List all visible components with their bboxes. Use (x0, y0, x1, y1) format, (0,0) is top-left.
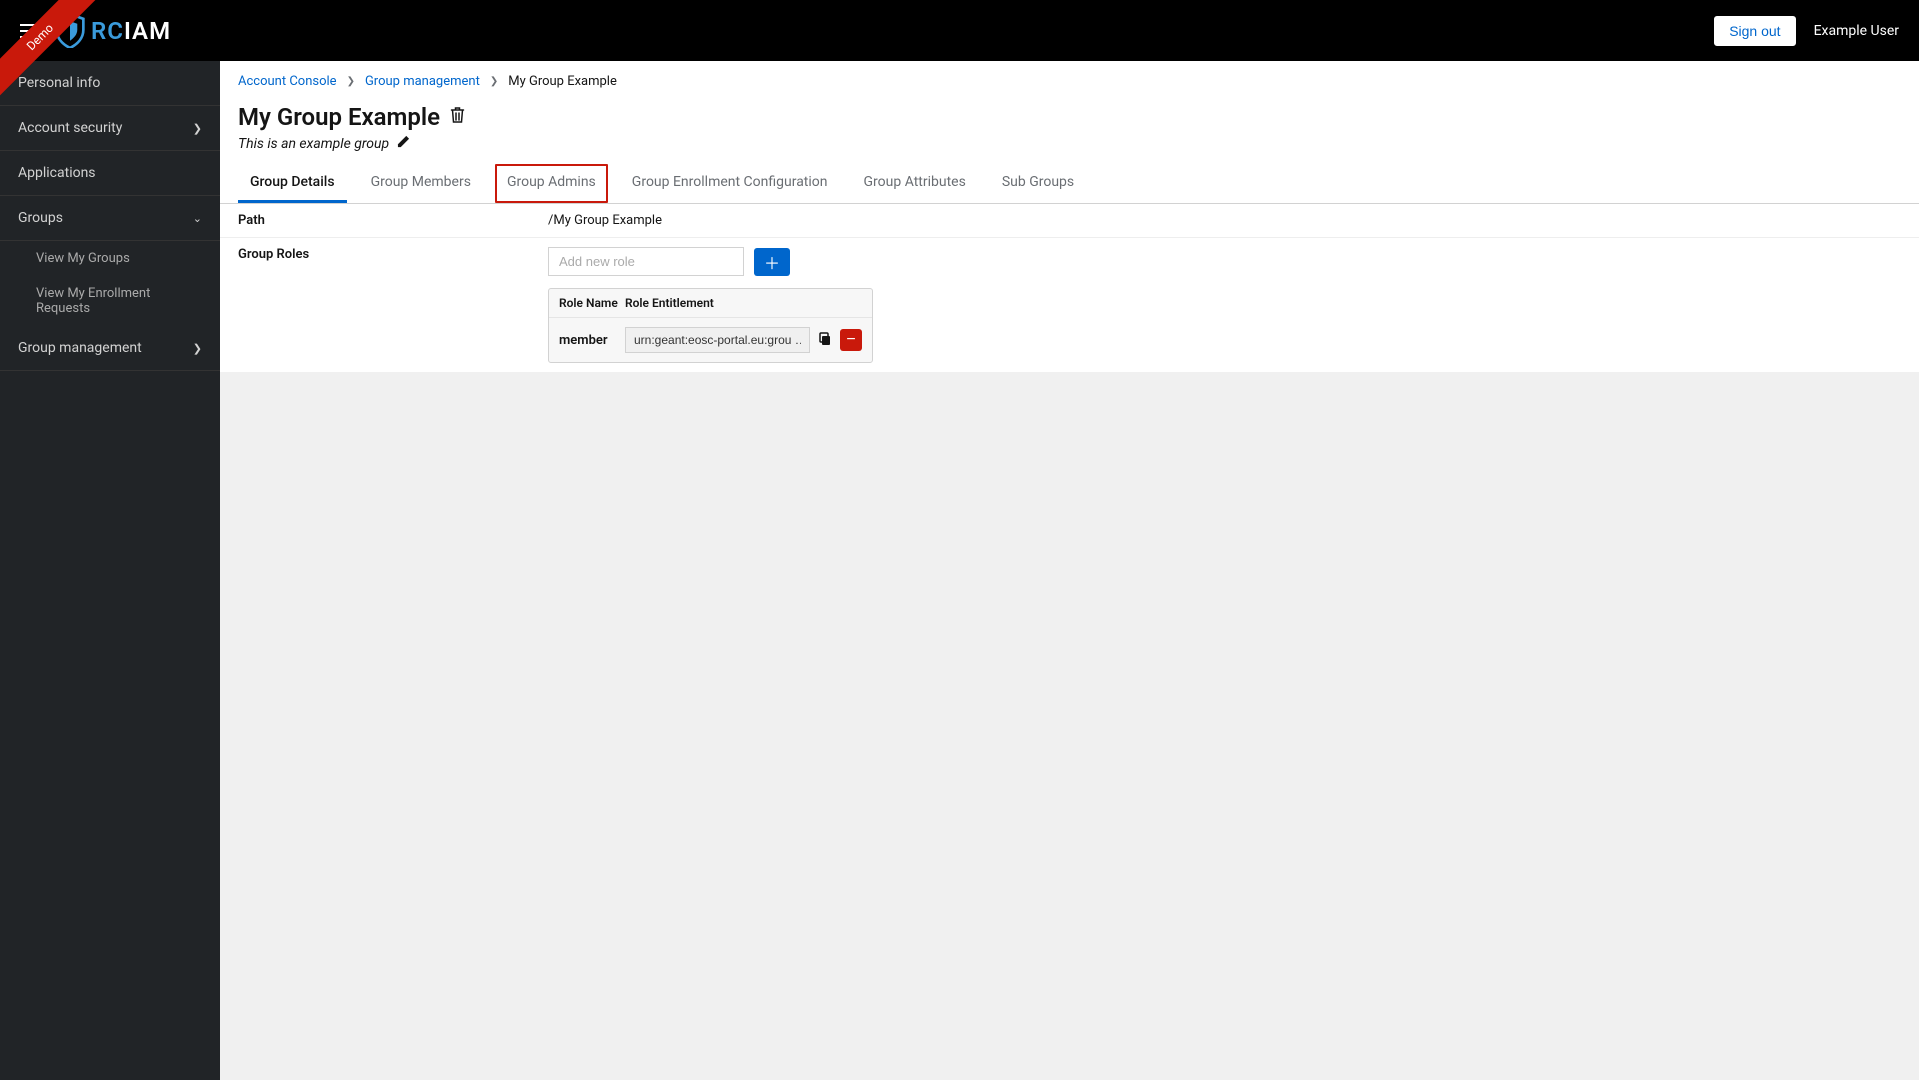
role-entitlement-input[interactable] (625, 327, 810, 353)
header-left: RCIAM (0, 14, 171, 48)
sidebar-item-account-security[interactable]: Account security ❯ (0, 106, 220, 151)
add-role-row: ＋ (548, 247, 1901, 276)
tab-sub-groups[interactable]: Sub Groups (990, 164, 1086, 203)
tab-label: Group Enrollment Configuration (632, 174, 828, 190)
path-label: Path (238, 213, 548, 228)
logo[interactable]: RCIAM (55, 14, 171, 48)
sidebar-item-label: Personal info (18, 75, 100, 91)
tab-label: Group Details (250, 174, 335, 190)
pencil-icon[interactable] (397, 135, 410, 152)
trash-icon[interactable] (450, 107, 465, 127)
sidebar-sub-view-my-enrollment-requests[interactable]: View My Enrollment Requests (0, 276, 220, 326)
breadcrumb-link-account-console[interactable]: Account Console (238, 74, 337, 89)
copy-icon (818, 334, 832, 349)
page-header: My Group Example This is an example grou… (220, 99, 1919, 164)
chevron-right-icon: ❯ (490, 76, 498, 87)
main-empty-area (220, 372, 1919, 1080)
add-role-button[interactable]: ＋ (754, 248, 790, 276)
tab-label: Group Admins (507, 174, 596, 190)
breadcrumb: Account Console ❯ Group management ❯ My … (220, 61, 1919, 99)
sidebar-item-label: Group management (18, 340, 142, 356)
add-role-input[interactable] (548, 247, 744, 276)
chevron-right-icon: ❯ (347, 76, 355, 87)
signout-button[interactable]: Sign out (1714, 16, 1795, 46)
table-row: member − (549, 318, 872, 362)
sidebar-item-group-management[interactable]: Group management ❯ (0, 326, 220, 371)
chevron-down-icon: ⌄ (193, 212, 202, 225)
sidebar-sub-view-my-groups[interactable]: View My Groups (0, 241, 220, 276)
header-right: Sign out Example User (1714, 16, 1899, 46)
minus-icon: − (846, 331, 855, 349)
page-title: My Group Example (238, 103, 440, 131)
roles-label: Group Roles (238, 247, 548, 262)
roles-table-header: Role Name Role Entitlement (549, 289, 872, 318)
page-subtitle: This is an example group (238, 136, 389, 152)
tab-group-enrollment-configuration[interactable]: Group Enrollment Configuration (620, 164, 840, 203)
header: Demo RCIAM Sign out Example User (0, 0, 1919, 61)
sidebar-item-label: Account security (18, 120, 122, 136)
shield-icon (55, 14, 85, 48)
role-name-cell: member (559, 333, 619, 348)
sidebar-item-label: Groups (18, 210, 63, 226)
sidebar: Personal info Account security ❯ Applica… (0, 61, 220, 1080)
sidebar-item-groups[interactable]: Groups ⌄ (0, 196, 220, 241)
detail-row-path: Path /My Group Example (220, 204, 1919, 238)
tab-label: Group Attributes (864, 174, 966, 190)
chevron-right-icon: ❯ (193, 122, 202, 135)
sidebar-item-personal-info[interactable]: Personal info (0, 61, 220, 106)
path-value: /My Group Example (548, 213, 1901, 228)
remove-role-button[interactable]: − (840, 329, 862, 351)
copy-button[interactable] (816, 330, 834, 351)
tabs: Group Details Group Members Group Admins… (220, 164, 1919, 204)
tab-label: Group Members (371, 174, 471, 190)
logo-text: RCIAM (91, 17, 171, 45)
tab-group-details[interactable]: Group Details (238, 164, 347, 203)
roles-table: Role Name Role Entitlement member (548, 288, 873, 363)
username-label: Example User (1814, 23, 1899, 39)
tab-group-members[interactable]: Group Members (359, 164, 483, 203)
roles-area: ＋ Role Name Role Entitlement member (548, 247, 1901, 363)
tab-group-attributes[interactable]: Group Attributes (852, 164, 978, 203)
sidebar-item-applications[interactable]: Applications (0, 151, 220, 196)
breadcrumb-link-group-management[interactable]: Group management (365, 74, 480, 89)
plus-icon: ＋ (764, 250, 780, 274)
main-content: Account Console ❯ Group management ❯ My … (220, 61, 1919, 1080)
col-role-name: Role Name (559, 296, 625, 310)
sidebar-item-label: View My Groups (36, 251, 130, 266)
detail-row-roles: Group Roles ＋ Role Name Role Entitlement (220, 238, 1919, 372)
menu-toggle-button[interactable] (20, 24, 40, 38)
col-role-entitlement: Role Entitlement (625, 296, 862, 310)
sidebar-item-label: Applications (18, 165, 96, 181)
breadcrumb-current: My Group Example (508, 74, 617, 89)
sidebar-item-label: View My Enrollment Requests (36, 286, 150, 316)
tab-group-admins[interactable]: Group Admins (495, 164, 608, 203)
chevron-right-icon: ❯ (193, 342, 202, 355)
tab-label: Sub Groups (1002, 174, 1074, 190)
